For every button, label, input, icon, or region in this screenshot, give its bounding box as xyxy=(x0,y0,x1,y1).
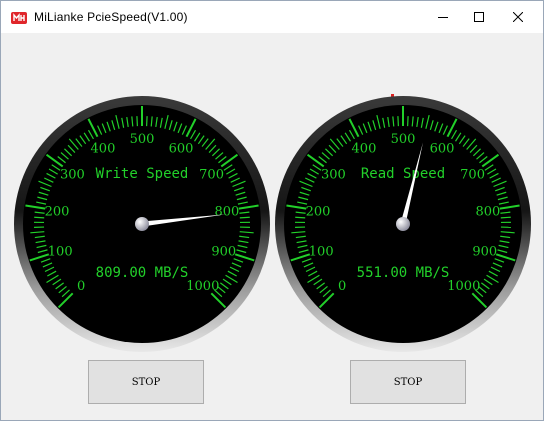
window-title: MiLianke PcieSpeed(V1.00) xyxy=(34,10,188,24)
tick-label: 800 xyxy=(215,205,240,220)
tick-label: 500 xyxy=(391,132,416,147)
read-speed-gauge: 0 100 200 300 400 500 600 700 800 900 1000 Read Spe… xyxy=(275,96,531,352)
minimize-button[interactable] xyxy=(425,1,461,33)
tick-label: 1000 xyxy=(186,279,219,294)
tick-label: 600 xyxy=(430,141,455,156)
stop-read-button[interactable]: STOP xyxy=(350,360,466,404)
tick-label: 1000 xyxy=(447,279,480,294)
minor-tick xyxy=(295,216,306,219)
tick-label: 200 xyxy=(306,205,331,220)
speed-readout: 551.00 MB/S xyxy=(357,265,450,281)
gauge-title: Read Speed xyxy=(361,166,445,182)
minor-tick xyxy=(500,216,511,219)
minimize-icon xyxy=(438,17,448,18)
tick-label: 700 xyxy=(460,167,485,182)
tick-label: 300 xyxy=(60,167,85,182)
milianke-logo-icon xyxy=(11,12,27,24)
minor-tick xyxy=(239,216,250,219)
gauge-title: Write Speed xyxy=(96,166,189,182)
close-button[interactable] xyxy=(500,1,536,33)
needle-hub xyxy=(396,217,410,231)
tick-label: 100 xyxy=(309,245,334,260)
write-speed-gauge: 0 100 200 300 400 500 600 700 800 900 1000 Write Sp… xyxy=(14,96,270,352)
app-window: MiLianke PcieSpeed(V1.00) 0 100 200 300 400 5… xyxy=(0,0,544,421)
tick-label: 200 xyxy=(45,205,70,220)
maximize-icon xyxy=(474,12,484,22)
speed-readout: 809.00 MB/S xyxy=(96,265,189,281)
tick-label: 800 xyxy=(476,205,501,220)
minor-tick xyxy=(34,216,45,219)
tick-label: 900 xyxy=(211,245,236,260)
tick-label: 0 xyxy=(77,279,85,294)
close-icon xyxy=(513,12,523,22)
tick-label: 300 xyxy=(321,167,346,182)
tick-label: 100 xyxy=(48,245,73,260)
tick-label: 500 xyxy=(130,132,155,147)
maximize-button[interactable] xyxy=(461,1,497,33)
needle-hub xyxy=(135,217,149,231)
stop-write-button[interactable]: STOP xyxy=(88,360,204,404)
tick-label: 400 xyxy=(91,141,116,156)
title-bar[interactable]: MiLianke PcieSpeed(V1.00) xyxy=(1,1,543,33)
tick-label: 600 xyxy=(169,141,194,156)
tick-label: 900 xyxy=(472,245,497,260)
tick-label: 0 xyxy=(338,279,346,294)
tick-label: 700 xyxy=(199,167,224,182)
tick-label: 400 xyxy=(352,141,377,156)
